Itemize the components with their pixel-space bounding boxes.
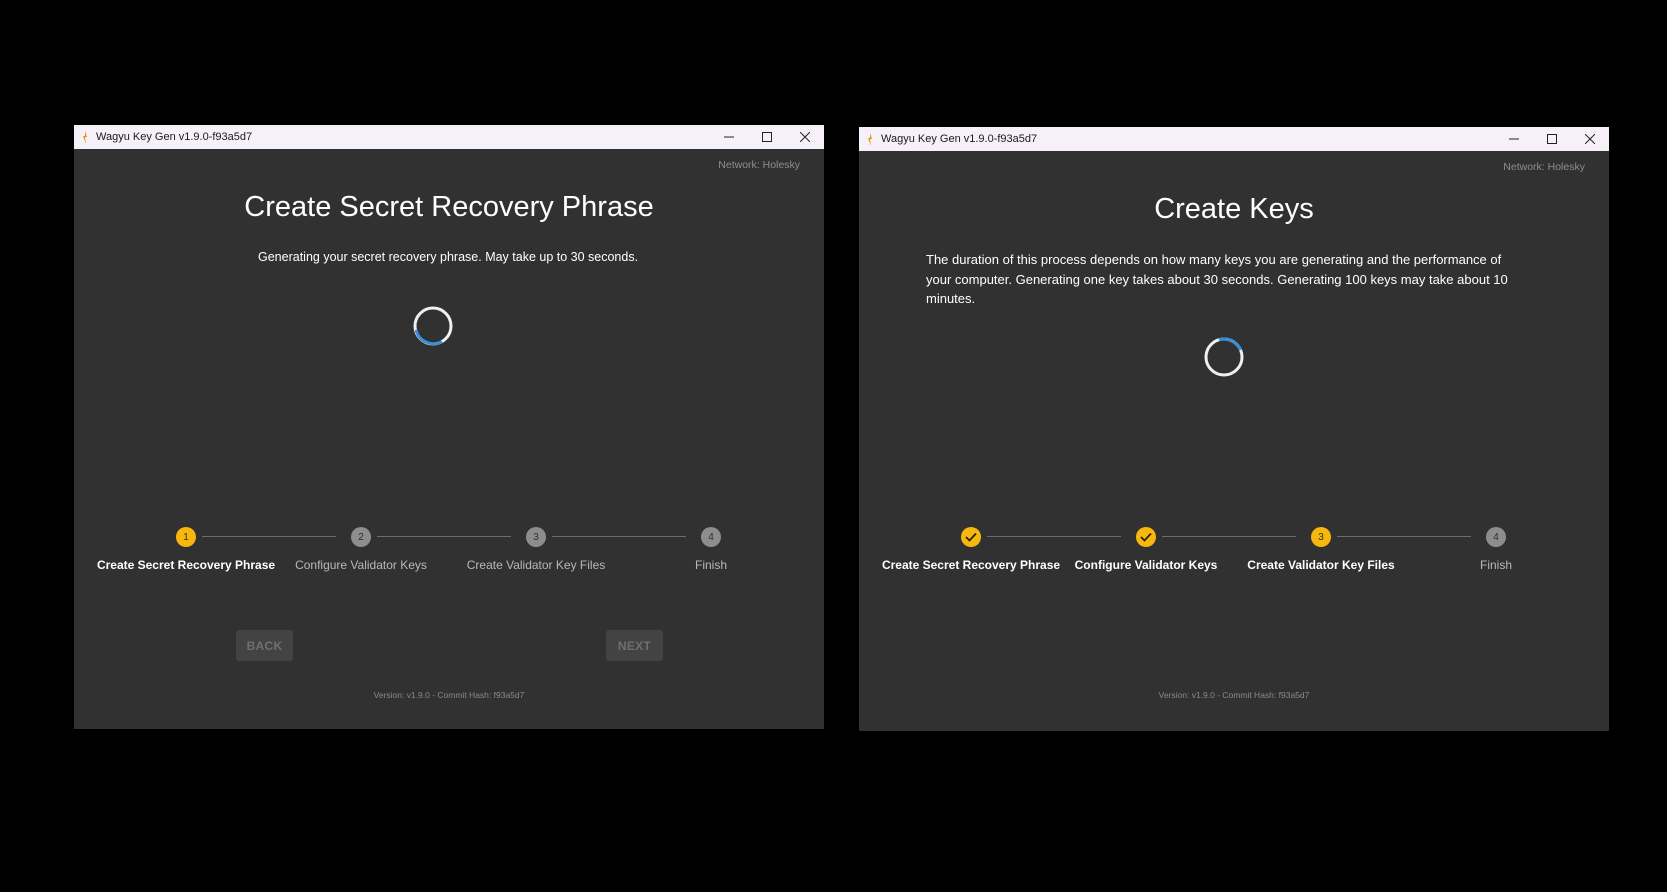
step-connector bbox=[987, 536, 1121, 537]
progress-stepper: 1 2 3 4 Create Secret Recovery Phrase Co… bbox=[74, 527, 824, 607]
step-3-label: Create Validator Key Files bbox=[466, 558, 606, 572]
step-connector bbox=[552, 536, 686, 537]
minimize-icon[interactable] bbox=[1495, 127, 1533, 151]
step-3-indicator: 3 bbox=[1311, 527, 1331, 547]
close-icon[interactable] bbox=[786, 125, 824, 149]
loading-spinner-icon bbox=[1204, 337, 1244, 377]
version-info: Version: v1.9.0 - Commit Hash: f93a5d7 bbox=[1158, 690, 1310, 700]
page-title: Create Keys bbox=[1154, 193, 1314, 225]
key-gen-window-1: Wagyu Key Gen v1.9.0-f93a5d7 Network: Ho… bbox=[74, 125, 824, 729]
step-1-complete-check-icon bbox=[961, 527, 981, 547]
page-title: Create Secret Recovery Phrase bbox=[244, 191, 654, 223]
progress-stepper: 3 4 Create Secret Recovery Phrase Config… bbox=[859, 527, 1609, 607]
app-icon bbox=[865, 132, 875, 146]
step-connector bbox=[1337, 536, 1471, 537]
step-4-indicator: 4 bbox=[1486, 527, 1506, 547]
step-1-label: Create Secret Recovery Phrase bbox=[96, 558, 276, 572]
step-4-label: Finish bbox=[694, 558, 727, 572]
window-title: Wagyu Key Gen v1.9.0-f93a5d7 bbox=[96, 131, 253, 143]
step-3-label: Create Validator Key Files bbox=[1247, 558, 1395, 572]
step-1-label: Create Secret Recovery Phrase bbox=[881, 558, 1061, 572]
step-4-indicator: 4 bbox=[701, 527, 721, 547]
step-2-indicator: 2 bbox=[351, 527, 371, 547]
window-title: Wagyu Key Gen v1.9.0-f93a5d7 bbox=[881, 133, 1038, 145]
step-3-indicator: 3 bbox=[526, 527, 546, 547]
title-bar[interactable]: Wagyu Key Gen v1.9.0-f93a5d7 bbox=[859, 127, 1609, 151]
status-message: Generating your secret recovery phrase. … bbox=[258, 250, 639, 264]
maximize-icon[interactable] bbox=[1533, 127, 1571, 151]
status-message: The duration of this process depends on … bbox=[926, 252, 1508, 306]
step-2-label: Configure Validator Keys bbox=[295, 558, 427, 572]
step-connector bbox=[377, 536, 511, 537]
maximize-icon[interactable] bbox=[748, 125, 786, 149]
step-4-label: Finish bbox=[1479, 558, 1512, 572]
step-connector bbox=[202, 536, 336, 537]
version-info: Version: v1.9.0 - Commit Hash: f93a5d7 bbox=[373, 690, 525, 700]
loading-spinner-icon bbox=[413, 306, 453, 346]
step-2-complete-check-icon bbox=[1136, 527, 1156, 547]
back-button[interactable]: BACK bbox=[236, 630, 293, 661]
next-button[interactable]: NEXT bbox=[606, 630, 663, 661]
close-icon[interactable] bbox=[1571, 127, 1609, 151]
key-gen-window-2: Wagyu Key Gen v1.9.0-f93a5d7 Network: Ho… bbox=[859, 127, 1609, 731]
title-bar[interactable]: Wagyu Key Gen v1.9.0-f93a5d7 bbox=[74, 125, 824, 149]
step-1-indicator: 1 bbox=[176, 527, 196, 547]
network-label: Network: Holesky bbox=[718, 159, 800, 171]
step-2-label: Configure Validator Keys bbox=[1074, 558, 1218, 572]
step-connector bbox=[1162, 536, 1296, 537]
minimize-icon[interactable] bbox=[710, 125, 748, 149]
network-label: Network: Holesky bbox=[1503, 161, 1585, 173]
app-icon bbox=[80, 130, 90, 144]
